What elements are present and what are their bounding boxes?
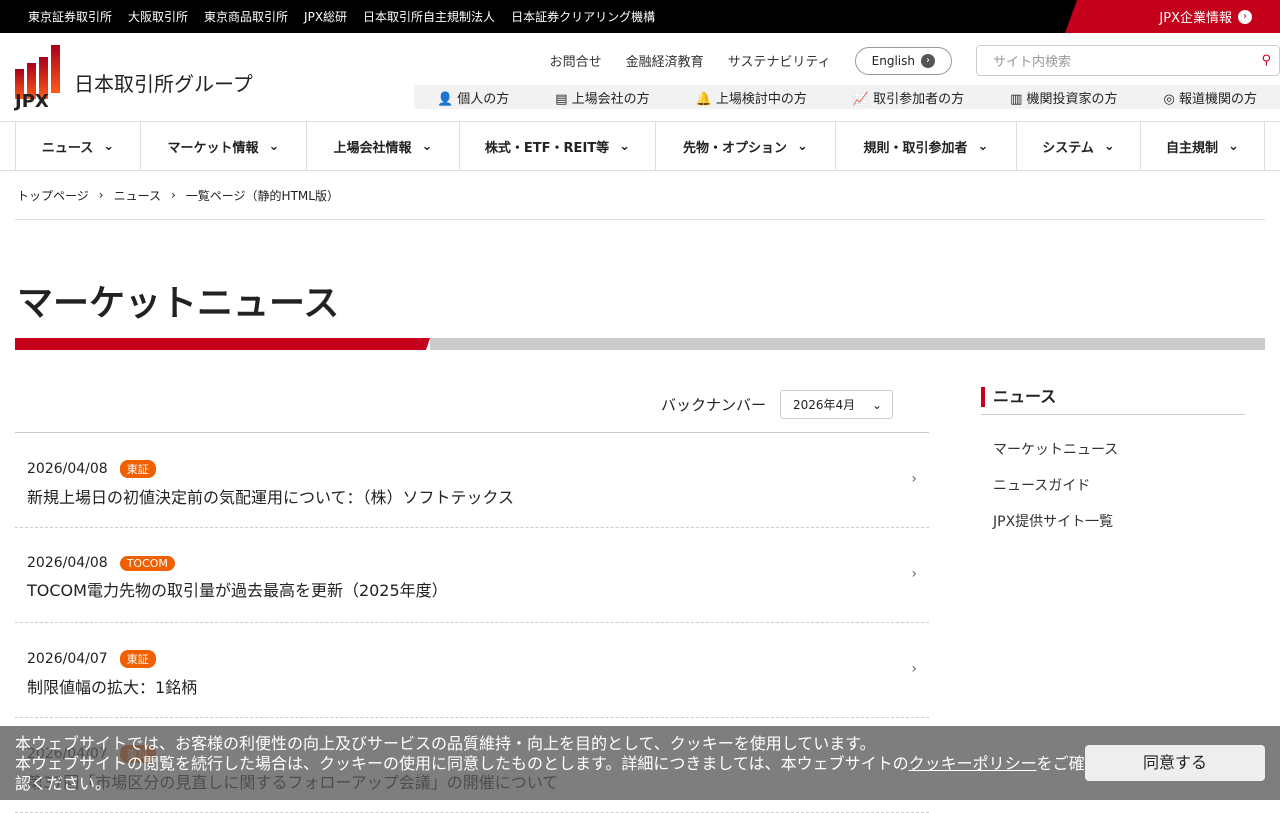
backnumber-select[interactable]: 2026年4月 ⌄ xyxy=(780,390,893,419)
chevron-right-icon: › xyxy=(170,188,176,202)
nav-item[interactable]: マーケット情報 ⌄ xyxy=(140,122,306,170)
util-link[interactable]: 金融経済教育 xyxy=(626,51,704,70)
breadcrumb-current: 一覧ページ（静的HTML版） xyxy=(185,188,339,203)
breadcrumb: トップページ › ニュース › 一覧ページ（静的HTML版） xyxy=(15,171,1265,220)
header: JPX 日本取引所グループ お問合せ 金融経済教育 サステナビリティ Engli… xyxy=(0,33,1280,121)
audience-link[interactable]: 👤 個人の方 xyxy=(437,88,509,107)
top-bar: 東京証券取引所 大阪取引所 東京商品取引所 JPX総研 日本取引所自主規制法人 … xyxy=(0,0,1280,33)
category-badge: TOCOM xyxy=(119,555,175,571)
title-rule xyxy=(15,338,1265,350)
category-badge: 東証 xyxy=(119,745,156,763)
news-title: 制限値幅の拡大：1銘柄 xyxy=(27,678,198,697)
news-item[interactable]: 2026/04/07 東証 第37回「市場区分の見直しに関するフォローアップ会議」の… xyxy=(15,718,929,813)
backnumber: バックナンバー 2026年4月 ⌄ xyxy=(15,390,893,419)
search-icon[interactable]: ⚲ xyxy=(1261,53,1271,68)
breadcrumb-link[interactable]: ニュース xyxy=(114,187,161,204)
util-link[interactable]: サステナビリティ xyxy=(728,51,831,70)
agree-button[interactable]: 同意する xyxy=(1085,745,1265,781)
backnumber-label: バックナンバー xyxy=(660,396,766,414)
chevron-down-icon: ⌄ xyxy=(1103,138,1115,154)
news-title: 新規上場日の初値決定前の気配運用について：（株）ソフトテックス xyxy=(27,488,515,507)
cookie-policy-link[interactable]: クッキーポリシー xyxy=(909,754,1037,773)
arrow-circle-icon: › xyxy=(1238,9,1252,24)
utility-links: お問合せ 金融経済教育 サステナビリティ English › サイト内検索 ⚲ xyxy=(550,45,1280,76)
news-title: TOCOM電力先物の取引量が過去最高を更新（2025年度） xyxy=(27,581,448,600)
util-link[interactable]: お問合せ xyxy=(550,51,602,70)
nav-item[interactable]: 先物・オプション ⌄ xyxy=(655,122,835,170)
topbar-link[interactable]: 日本取引所自主規制法人 xyxy=(363,8,495,25)
news-item[interactable]: 2026/04/07 東証 制限値幅の拡大：1銘柄 › xyxy=(15,623,929,718)
sidebar-heading: ニュース xyxy=(981,387,1245,407)
chevron-down-icon: ⌄ xyxy=(1228,138,1239,154)
nav-item[interactable]: 上場会社情報 ⌄ xyxy=(306,122,459,170)
search-placeholder: サイト内検索 xyxy=(993,55,1072,70)
chevron-down-icon: ⌄ xyxy=(619,138,631,154)
news-item[interactable]: 2026/04/08 TOCOM TOCOM電力先物の取引量が過去最高を更新（202… xyxy=(15,528,929,623)
audience-link[interactable]: 📈 取引参加者の方 xyxy=(853,88,964,107)
chevron-down-icon: ⌄ xyxy=(103,138,115,154)
category-badge: 東証 xyxy=(119,650,156,668)
audience-link[interactable]: ▥ 機関投資家の方 xyxy=(1010,88,1117,107)
nav-item[interactable]: 規則・取引参加者 ⌄ xyxy=(835,122,1016,170)
nav-item[interactable]: システム ⌄ xyxy=(1016,122,1140,170)
english-label: English xyxy=(871,53,915,68)
topbar-link[interactable]: JPX総研 xyxy=(304,8,347,25)
category-badge: 東証 xyxy=(119,460,156,478)
chevron-down-icon: ⌄ xyxy=(977,138,989,154)
sidebar: ニュース マーケットニュース ニュースガイド JPX提供サイト一覧 xyxy=(981,387,1245,531)
topbar-link[interactable]: 大阪取引所 xyxy=(128,8,188,25)
chevron-down-icon: ⌄ xyxy=(797,138,808,154)
chevron-right-icon: › xyxy=(911,566,917,582)
audience-nav: 👤 個人の方 ▤ 上場会社の方 🔔 上場検討中の方 📈 取引参加者の方 ▥ 機関… xyxy=(414,85,1280,109)
news-main: バックナンバー 2026年4月 ⌄ 2026/04/08 東証 新規上場日の初値決定前… xyxy=(15,390,929,813)
nav-item[interactable]: 株式・ETF・REIT等 ⌄ xyxy=(459,122,655,170)
news-list: 2026/04/08 東証 新規上場日の初値決定前の気配運用について：（株）ソフトテ… xyxy=(15,432,929,813)
search-input[interactable]: サイト内検索 ⚲ xyxy=(976,45,1280,76)
audience-link[interactable]: ◎ 報道機関の方 xyxy=(1163,88,1257,107)
sidebar-link[interactable]: マーケットニュース xyxy=(993,439,1245,459)
jpx-corp-label: JPX企業情報 xyxy=(1159,11,1232,26)
chevron-down-icon: ⌄ xyxy=(421,138,433,154)
page-title: マーケットニュース xyxy=(17,283,340,324)
chevron-right-icon: › xyxy=(911,471,917,487)
chevron-right-icon: › xyxy=(911,661,917,677)
logo-jpx: JPX xyxy=(15,91,49,112)
chevron-down-icon: ⌄ xyxy=(871,397,882,412)
chevron-down-icon: ⌄ xyxy=(268,138,280,154)
english-button[interactable]: English › xyxy=(854,46,952,75)
sidebar-link[interactable]: ニュースガイド xyxy=(993,475,1245,495)
logo[interactable]: JPX 日本取引所グループ xyxy=(15,45,253,112)
logo-name: 日本取引所グループ xyxy=(74,72,253,96)
arrow-circle-icon: › xyxy=(921,53,935,68)
nav-item[interactable]: 自主規制 ⌄ xyxy=(1140,122,1265,170)
nav-item[interactable]: ニュース ⌄ xyxy=(15,122,140,170)
chevron-right-icon: › xyxy=(98,188,104,202)
news-title: 第37回「市場区分の見直しに関するフォローアップ会議」の開催について xyxy=(27,773,559,792)
topbar-link[interactable]: 日本証券クリアリング機構 xyxy=(511,8,655,25)
jpx-corp-link[interactable]: JPX企業情報 › xyxy=(1065,0,1280,33)
global-nav: ニュース ⌄ マーケット情報 ⌄ 上場会社情報 ⌄ 株式・ETF・REIT等 ⌄ 先物・… xyxy=(0,121,1280,171)
breadcrumb-link[interactable]: トップページ xyxy=(17,187,89,204)
topbar-link[interactable]: 東京商品取引所 xyxy=(204,8,288,25)
sidebar-link[interactable]: JPX提供サイト一覧 xyxy=(993,511,1245,531)
audience-link[interactable]: 🔔 上場検討中の方 xyxy=(696,88,807,107)
news-item[interactable]: 2026/04/08 東証 新規上場日の初値決定前の気配運用について：（株）ソフトテ… xyxy=(15,433,929,528)
topbar-link[interactable]: 東京証券取引所 xyxy=(28,8,112,25)
audience-link[interactable]: ▤ 上場会社の方 xyxy=(555,88,649,107)
